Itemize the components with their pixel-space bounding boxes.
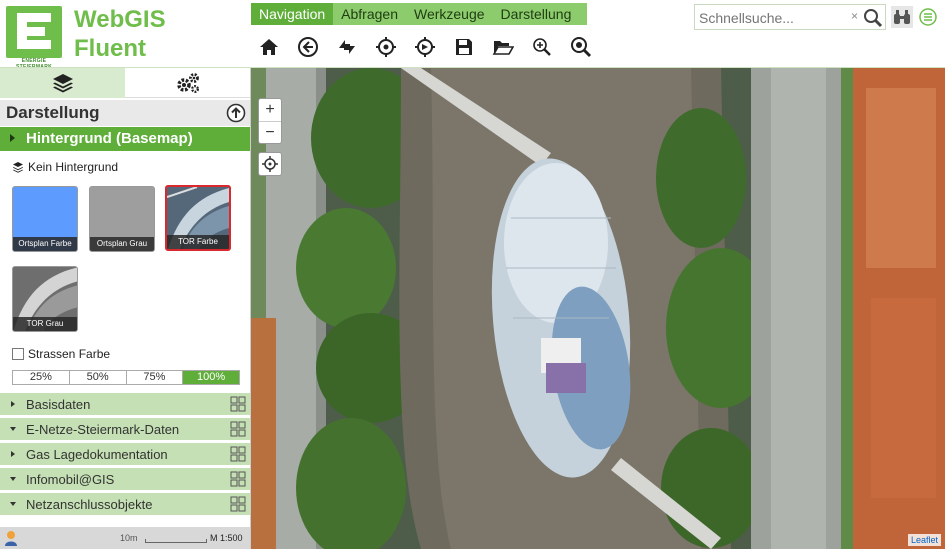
zoom-search-icon (571, 37, 592, 58)
scale-bar (145, 539, 207, 543)
expand-arrow-icon (10, 134, 15, 142)
layers-small-icon (13, 162, 23, 173)
basemap-label: TOR Farbe (167, 235, 229, 249)
tab-layers[interactable] (0, 68, 125, 98)
basemap-label: TOR Grau (13, 317, 77, 331)
menu-navigation[interactable]: Navigation (251, 3, 334, 25)
back-icon (298, 37, 318, 57)
layer-group-gas[interactable]: Gas Lagedokumentation (0, 443, 250, 466)
sidebar-tabs (0, 68, 250, 98)
tab-settings[interactable] (125, 68, 250, 98)
gps-button[interactable] (407, 28, 443, 66)
open-folder-button[interactable] (485, 28, 521, 66)
basemap-section-title: Hintergrund (Basemap) (26, 130, 193, 147)
menu-darstellung[interactable]: Darstellung (493, 3, 580, 25)
opacity-50-button[interactable]: 50% (70, 371, 127, 384)
locate-map-button[interactable] (258, 152, 282, 176)
layer-group-label: E-Netze-Steiermark-Daten (26, 422, 180, 437)
home-button[interactable] (251, 28, 287, 66)
zoom-in-map-button[interactable]: + (259, 99, 281, 122)
locate-button[interactable] (368, 28, 404, 66)
street-color-label: Strassen Farbe (28, 347, 111, 361)
map-view[interactable] (251, 68, 945, 549)
collapsed-arrow-icon (11, 451, 15, 457)
street-color-checkbox[interactable]: Strassen Farbe (12, 347, 110, 361)
layer-grid-icon[interactable] (230, 496, 246, 512)
layer-group-infomobil[interactable]: Infomobil@GIS (0, 468, 250, 491)
collapsed-arrow-icon (11, 401, 15, 407)
search-input[interactable] (697, 7, 851, 29)
layer-grid-icon[interactable] (230, 446, 246, 462)
home-icon (260, 39, 278, 55)
expanded-arrow-icon (10, 477, 16, 481)
opacity-selector: 25% 50% 75% 100% (12, 370, 240, 385)
crosshair-icon (262, 156, 278, 172)
layer-group-label: Gas Lagedokumentation (26, 447, 168, 462)
aerial-imagery (251, 68, 945, 549)
scale-ratio: M 1:500 (210, 533, 243, 543)
status-bar: 10m M 1:500 (0, 527, 250, 549)
menu-werkzeuge[interactable]: Werkzeuge (406, 3, 493, 25)
no-background-label: Kein Hintergrund (28, 160, 119, 174)
opacity-100-button[interactable]: 100% (183, 371, 239, 384)
no-background-option[interactable]: Kein Hintergrund (12, 160, 118, 174)
layer-group-label: Netzanschlussobjekte (26, 497, 153, 512)
gps-icon (415, 37, 435, 57)
collapse-panel-button[interactable] (226, 103, 246, 128)
zoom-in-icon (533, 38, 551, 56)
basemap-ortsplan-farbe[interactable]: Ortsplan Farbe (12, 186, 78, 252)
panel-header: Darstellung (0, 100, 250, 126)
layer-group-label: Infomobil@GIS (26, 472, 115, 487)
main-menu: Navigation Abfragen Werkzeuge Darstellun… (251, 3, 587, 25)
zoom-out-map-button[interactable]: − (259, 122, 281, 144)
opacity-75-button[interactable]: 75% (127, 371, 184, 384)
basemap-label: Ortsplan Grau (90, 237, 154, 251)
save-button[interactable] (446, 28, 482, 66)
map-attribution[interactable]: Leaflet (908, 534, 942, 546)
layer-grid-icon[interactable] (230, 421, 246, 437)
sidebar: Darstellung Hintergrund (Basemap) Kein H… (0, 68, 251, 549)
toolbar (251, 28, 599, 68)
expanded-arrow-icon (10, 427, 16, 431)
arrow-up-circle-icon (226, 103, 246, 123)
search-icon[interactable] (863, 8, 883, 33)
logo (6, 6, 62, 58)
basemap-tor-farbe[interactable]: TOR Farbe (165, 185, 231, 251)
full-extent-icon (339, 40, 355, 54)
binoculars-button[interactable] (891, 6, 913, 28)
locate-icon (376, 37, 396, 57)
gears-icon (176, 72, 199, 93)
user-icon[interactable] (4, 530, 18, 546)
layer-group-label: Basisdaten (26, 397, 91, 412)
save-icon (456, 39, 472, 55)
app-title: WebGIS Fluent (74, 6, 166, 62)
opacity-25-button[interactable]: 25% (13, 371, 70, 384)
checkbox[interactable] (12, 348, 24, 360)
basemap-section-header[interactable]: Hintergrund (Basemap) (0, 127, 250, 151)
clear-search-button[interactable]: × (851, 9, 858, 23)
basemap-label: Ortsplan Farbe (13, 237, 77, 251)
full-extent-button[interactable] (329, 28, 365, 66)
panel-title: Darstellung (6, 103, 100, 122)
layer-grid-icon[interactable] (230, 396, 246, 412)
layer-grid-icon[interactable] (230, 471, 246, 487)
expanded-arrow-icon (10, 502, 16, 506)
zoom-in-button[interactable] (524, 28, 560, 66)
hamburger-menu-button[interactable] (917, 6, 939, 28)
quick-search: × (694, 4, 886, 30)
zoom-search-button[interactable] (563, 28, 599, 66)
menu-abfragen[interactable]: Abfragen (333, 3, 406, 25)
scale-label: 10m (120, 533, 138, 543)
open-folder-icon (492, 41, 514, 55)
back-button[interactable] (290, 28, 326, 66)
binoculars-icon (894, 10, 910, 24)
layer-group-e-netze[interactable]: E-Netze-Steiermark-Daten (0, 418, 250, 441)
layer-group-basisdaten[interactable]: Basisdaten (0, 393, 250, 416)
layers-icon (52, 74, 73, 93)
zoom-control: + − (258, 98, 282, 144)
basemap-ortsplan-grau[interactable]: Ortsplan Grau (89, 186, 155, 252)
basemap-tor-grau[interactable]: TOR Grau (12, 266, 78, 332)
hamburger-menu-icon (919, 8, 937, 26)
layer-group-netzanschluss[interactable]: Netzanschlussobjekte (0, 493, 250, 516)
